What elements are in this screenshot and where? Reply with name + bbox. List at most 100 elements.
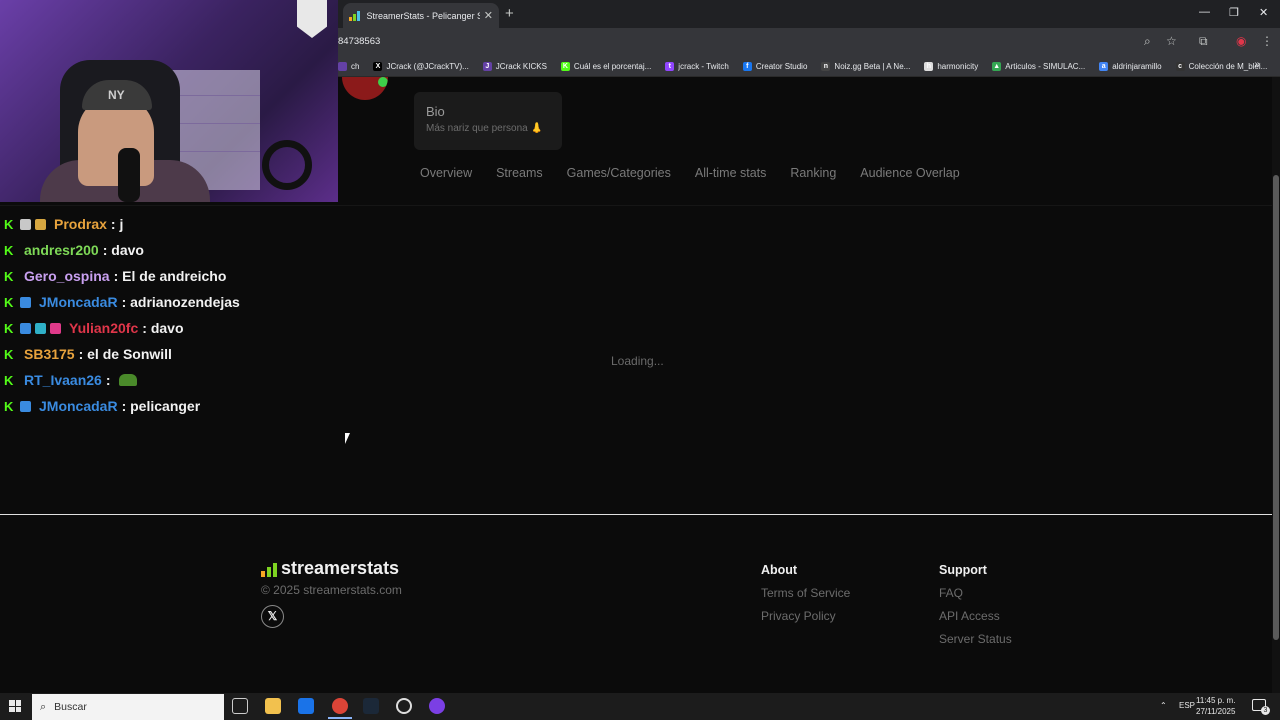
footer-support-column: Support FAQ API Access Server Status: [939, 563, 1012, 655]
bio-card: Bio Más nariz que persona 👃: [414, 92, 562, 150]
footer-link-status[interactable]: Server Status: [939, 632, 1012, 647]
chat-text: : davo: [142, 320, 184, 336]
tab-close-icon[interactable]: ✕: [484, 9, 493, 22]
chat-badge-icon: [20, 400, 31, 412]
taskbar-search[interactable]: ⌕ Buscar: [32, 694, 224, 720]
clock-time: 11:45 p. m.: [1196, 696, 1236, 705]
bookmark-star-icon[interactable]: ☆: [1166, 34, 1177, 48]
steam-icon[interactable]: [363, 698, 379, 714]
tab-audience-overlap[interactable]: Audience Overlap: [860, 166, 959, 180]
kick-badge-icon: K: [4, 346, 14, 362]
kick-badge-icon: K: [4, 398, 14, 414]
notifications-icon[interactable]: 3: [1252, 699, 1270, 715]
bookmark-favicon-icon: [338, 61, 347, 71]
tab-streams[interactable]: Streams: [496, 166, 543, 180]
outlook-icon[interactable]: [298, 698, 314, 714]
bookmark-label: Cuál es el porcentaj...: [573, 61, 652, 71]
app-icon[interactable]: [429, 698, 445, 714]
tab-games-categories[interactable]: Games/Categories: [567, 166, 671, 180]
bookmark-item[interactable]: J JCrack KICKS: [482, 61, 547, 71]
bookmark-favicon-icon: J: [482, 61, 492, 71]
kick-badge-icon: K: [4, 372, 14, 388]
chat-text: : El de andreicho: [113, 268, 227, 284]
chat-username: Prodrax: [54, 216, 107, 232]
footer-support-heading: Support: [939, 563, 987, 577]
chat-message: K JMoncadaR: adrianozendejas: [4, 289, 240, 315]
bookmark-item[interactable]: n Noiz.gg Beta | A Ne...: [821, 61, 911, 71]
logo-bars-icon: [261, 563, 277, 577]
window-close-icon[interactable]: ✕: [1259, 6, 1268, 19]
kick-badge-icon: K: [4, 294, 14, 310]
chat-message: K JMoncadaR: pelicanger: [4, 393, 240, 419]
tab-overview[interactable]: Overview: [420, 166, 472, 180]
bookmark-favicon-icon: t: [665, 61, 675, 71]
chat-text: : pelicanger: [121, 398, 201, 414]
chat-overlay: K Prodrax: j Kandresr200: davo K Gero_ospina…: [4, 211, 240, 419]
chat-message: K Prodrax: j: [4, 211, 240, 237]
footer-link-privacy[interactable]: Privacy Policy: [761, 609, 850, 624]
footer-about-column: About Terms of Service Privacy Policy: [761, 563, 850, 632]
footer-link-faq[interactable]: FAQ: [939, 586, 1012, 601]
restore-icon[interactable]: ❐: [1229, 6, 1239, 19]
tray-expand-icon[interactable]: ⌃: [1160, 701, 1167, 710]
profile-icon[interactable]: ◉: [1236, 34, 1246, 48]
new-tab-button[interactable]: +: [505, 5, 514, 22]
kick-badge-icon: K: [4, 268, 14, 284]
bookmark-item[interactable]: ▲ Articulos - SIMULAC...: [992, 61, 1086, 71]
extensions-icon[interactable]: ⧉: [1199, 34, 1208, 49]
kick-badge-icon: K: [4, 242, 14, 258]
bookmark-label: aldrinjaramillo: [1112, 61, 1162, 71]
footer-link-api[interactable]: API Access: [939, 609, 1012, 624]
task-view-icon[interactable]: [232, 698, 248, 714]
bookmark-item[interactable]: a aldrinjaramillo: [1099, 61, 1162, 71]
bookmark-label: Articulos - SIMULAC...: [1005, 61, 1086, 71]
bookmarks-more-icon[interactable]: »: [1254, 59, 1260, 70]
bookmark-item[interactable]: ch: [338, 61, 359, 71]
browser-tab[interactable]: StreamerStats - Pelicanger Stre ✕: [343, 3, 499, 28]
streamerstats-favicon-icon: [349, 10, 361, 21]
tab-all-time-stats[interactable]: All-time stats: [695, 166, 767, 180]
bookmark-item[interactable]: X JCrack (@JCrackTV)...: [373, 61, 469, 71]
notification-count: 3: [1261, 706, 1270, 715]
tab-title: StreamerStats - Pelicanger Stre: [366, 10, 480, 21]
chat-badge-icon: [20, 218, 31, 230]
bookmark-label: Noiz.gg Beta | A Ne...: [834, 61, 911, 71]
address-bar[interactable]: 84738563: [338, 36, 380, 47]
kick-badge-icon: K: [4, 216, 14, 232]
tab-ranking[interactable]: Ranking: [790, 166, 836, 180]
minimize-icon[interactable]: —: [1199, 6, 1210, 18]
menu-icon[interactable]: ⋮: [1261, 34, 1273, 48]
bookmark-favicon-icon: a: [1099, 61, 1109, 71]
chat-message: K Gero_ospina: El de andreicho: [4, 263, 240, 289]
windows-taskbar: ⌕ Buscar ⌃ ESP 11:45 p. m. 27/11/2025 3: [0, 693, 1280, 720]
chat-badge-icon: [35, 322, 46, 334]
bookmark-item[interactable]: h harmonicity: [924, 61, 979, 71]
zoom-icon[interactable]: ⌕: [1144, 34, 1151, 49]
chrome-icon[interactable]: [328, 698, 352, 719]
bookmark-favicon-icon: c: [1175, 61, 1185, 71]
webcam-steering-wheel: [262, 140, 312, 190]
system-clock[interactable]: 11:45 p. m. 27/11/2025: [1196, 695, 1235, 717]
windows-start-icon[interactable]: [9, 700, 21, 712]
footer-link-terms[interactable]: Terms of Service: [761, 586, 850, 601]
file-explorer-icon[interactable]: [265, 698, 281, 714]
chat-username: Gero_ospina: [24, 268, 110, 284]
bookmark-item[interactable]: t jcrack - Twitch: [665, 61, 729, 71]
footer-copyright: © 2025 streamerstats.com: [261, 583, 402, 597]
bookmark-favicon-icon: n: [821, 61, 831, 71]
bookmark-label: harmonicity: [937, 61, 979, 71]
chat-text: : j: [110, 216, 124, 232]
bookmark-item[interactable]: K Cuál es el porcentaj...: [560, 61, 652, 71]
page-scrollbar[interactable]: [1272, 77, 1280, 693]
language-indicator[interactable]: ESP: [1179, 701, 1195, 710]
clock-date: 27/11/2025: [1196, 707, 1236, 716]
x-social-icon[interactable]: 𝕏: [261, 605, 284, 628]
bookmark-item[interactable]: f Creator Studio: [742, 61, 807, 71]
chat-text: : el de Sonwill: [78, 346, 172, 362]
chat-username: JMoncadaR: [39, 398, 118, 414]
footer-logo[interactable]: streamerstats: [261, 559, 399, 577]
bookmark-label: JCrack (@JCrackTV)...: [386, 61, 469, 71]
obs-icon[interactable]: [396, 698, 412, 714]
scrollbar-thumb[interactable]: [1273, 175, 1279, 640]
chat-message: K RT_Ivaan26:: [4, 367, 240, 393]
